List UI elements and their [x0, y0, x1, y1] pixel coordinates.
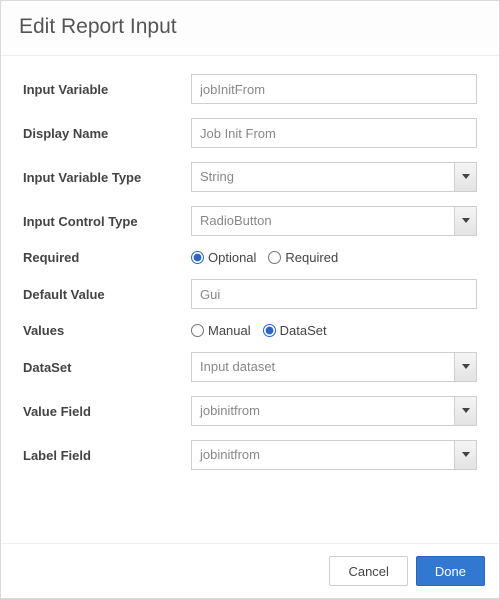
select-value: RadioButton: [192, 207, 454, 235]
label-dataset: DataSet: [23, 360, 191, 375]
label-value-field: Value Field: [23, 404, 191, 419]
row-label-field: Label Field jobinitfrom: [23, 440, 477, 470]
values-dataset-label: DataSet: [280, 323, 327, 338]
dialog-title: Edit Report Input: [19, 15, 177, 38]
select-value: String: [192, 163, 454, 191]
label-values: Values: [23, 323, 191, 338]
input-variable-type-select[interactable]: String: [191, 162, 477, 192]
select-value: jobinitfrom: [192, 397, 454, 425]
dialog-footer: Cancel Done: [1, 543, 499, 598]
default-value-field[interactable]: [191, 279, 477, 309]
row-input-control-type: Input Control Type RadioButton: [23, 206, 477, 236]
required-required-radio[interactable]: Required: [268, 250, 338, 265]
dialog-header: Edit Report Input: [1, 1, 499, 56]
values-manual-radio[interactable]: Manual: [191, 323, 251, 338]
label-field-select[interactable]: jobinitfrom: [191, 440, 477, 470]
values-manual-radio-input[interactable]: [191, 324, 204, 337]
select-value: jobinitfrom: [192, 441, 454, 469]
required-optional-radio[interactable]: Optional: [191, 250, 256, 265]
row-display-name: Display Name: [23, 118, 477, 148]
required-required-label: Required: [285, 250, 338, 265]
values-dataset-radio[interactable]: DataSet: [263, 323, 327, 338]
row-value-field: Value Field jobinitfrom: [23, 396, 477, 426]
edit-report-input-dialog: Edit Report Input Input Variable Display…: [0, 0, 500, 599]
row-default-value: Default Value: [23, 279, 477, 309]
label-input-variable-type: Input Variable Type: [23, 170, 191, 185]
row-input-variable: Input Variable: [23, 74, 477, 104]
required-optional-radio-input[interactable]: [191, 251, 204, 264]
label-default-value: Default Value: [23, 287, 191, 302]
chevron-down-icon: [454, 353, 476, 381]
label-label-field: Label Field: [23, 448, 191, 463]
label-input-variable: Input Variable: [23, 82, 191, 97]
row-input-variable-type: Input Variable Type String: [23, 162, 477, 192]
row-dataset: DataSet Input dataset: [23, 352, 477, 382]
select-value: Input dataset: [192, 353, 454, 381]
dataset-select[interactable]: Input dataset: [191, 352, 477, 382]
cancel-button[interactable]: Cancel: [329, 556, 407, 586]
chevron-down-icon: [454, 163, 476, 191]
label-input-control-type: Input Control Type: [23, 214, 191, 229]
chevron-down-icon: [454, 207, 476, 235]
chevron-down-icon: [454, 397, 476, 425]
dialog-body: Input Variable Display Name Input Variab…: [1, 56, 499, 543]
input-control-type-select[interactable]: RadioButton: [191, 206, 477, 236]
label-display-name: Display Name: [23, 126, 191, 141]
required-required-radio-input[interactable]: [268, 251, 281, 264]
row-values: Values Manual DataSet: [23, 323, 477, 338]
values-manual-label: Manual: [208, 323, 251, 338]
input-variable-field[interactable]: [191, 74, 477, 104]
done-button[interactable]: Done: [416, 556, 485, 586]
display-name-field[interactable]: [191, 118, 477, 148]
label-required: Required: [23, 250, 191, 265]
required-optional-label: Optional: [208, 250, 256, 265]
values-dataset-radio-input[interactable]: [263, 324, 276, 337]
chevron-down-icon: [454, 441, 476, 469]
row-required: Required Optional Required: [23, 250, 477, 265]
value-field-select[interactable]: jobinitfrom: [191, 396, 477, 426]
